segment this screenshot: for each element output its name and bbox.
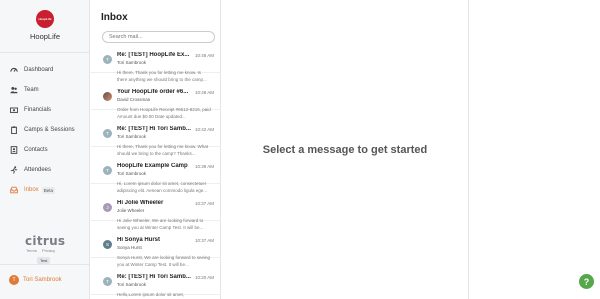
brand-logo-text: HoopLife bbox=[38, 17, 52, 21]
legal-links: Terms Privacy bbox=[0, 248, 90, 253]
message-preview: Order from HoopLife Receipt #6512-8216, … bbox=[117, 107, 211, 119]
nav-label: Dashboard bbox=[24, 67, 54, 73]
list-item[interactable]: Your HoopLife order #6... 10:48 AM David… bbox=[91, 85, 221, 119]
message-time: 10:37 AM bbox=[194, 238, 214, 243]
brand-name: HoopLife bbox=[29, 32, 61, 41]
message-sender: Sonya Hurst bbox=[117, 245, 142, 250]
money-icon bbox=[10, 107, 18, 113]
nav-label: Camps & Sessions bbox=[24, 127, 75, 133]
message-subject: HoopLife Example Camp bbox=[117, 163, 188, 169]
brand-logo: HoopLife bbox=[36, 10, 54, 28]
message-sender: Tori Sambrook bbox=[117, 282, 147, 287]
people-icon bbox=[10, 86, 18, 94]
nav-label: Inbox bbox=[24, 187, 39, 193]
user-profile[interactable]: T Tori Sambrook bbox=[9, 275, 62, 285]
message-time: 10:39 AM bbox=[194, 164, 214, 169]
message-time: 10:48 AM bbox=[194, 90, 214, 95]
message-subject: Re: [TEST] Hi Tori Samb... bbox=[117, 274, 191, 280]
avatar: T bbox=[103, 277, 112, 286]
message-subject: Hi Sonya Hurst bbox=[117, 237, 161, 243]
nav-label: Team bbox=[24, 87, 39, 93]
message-subject: Re: [TEST] HoopLife Ex... bbox=[117, 52, 190, 58]
message-preview: Hi there, Thank you for letting me know.… bbox=[117, 144, 208, 156]
nav-item-camps-sessions[interactable]: Camps & Sessions bbox=[0, 120, 90, 140]
message-subject: Your HoopLife order #6... bbox=[117, 89, 189, 95]
main-nav: Dashboard Team Financials Camps & Sessio… bbox=[0, 60, 90, 200]
empty-state-message: Select a message to get started bbox=[262, 143, 428, 156]
divider bbox=[0, 52, 90, 53]
message-time: 10:37 AM bbox=[194, 201, 214, 206]
nav-item-attendees[interactable]: Attendees bbox=[0, 160, 90, 180]
message-subject: Hi Jolie Wheeler bbox=[117, 200, 164, 206]
message-sender: Jolie Wheeler bbox=[117, 208, 145, 213]
list-item[interactable]: T Re: [TEST] Hi Tori Samb... 10:20 AM To… bbox=[91, 270, 221, 297]
nav-label: Financials bbox=[24, 107, 52, 113]
list-item[interactable]: T HoopLife Example Camp 10:39 AM Tori Sa… bbox=[91, 159, 221, 193]
avatar: T bbox=[103, 166, 112, 175]
message-view: Select a message to get started bbox=[222, 0, 468, 299]
help-button[interactable]: ? bbox=[579, 274, 594, 289]
nav-item-financials[interactable]: Financials bbox=[0, 100, 90, 120]
message-time: 10:48 AM bbox=[194, 53, 214, 58]
list-item[interactable]: T Re: [TEST] HoopLife Ex... 10:48 AM Tor… bbox=[91, 48, 221, 82]
nav-item-inbox[interactable]: Inbox Beta bbox=[0, 180, 90, 200]
message-preview: Sonya Hurst, We are looking forward to s… bbox=[117, 255, 210, 267]
message-sender: Tori Sambrook bbox=[117, 171, 147, 176]
message-sender: David Crossman bbox=[117, 97, 151, 102]
nav-item-dashboard[interactable]: Dashboard bbox=[0, 60, 90, 80]
page-title: Inbox bbox=[101, 12, 128, 23]
brand[interactable]: HoopLife HoopLife bbox=[0, 10, 90, 41]
message-preview: Hi there, Thank you for letting me know.… bbox=[117, 70, 207, 82]
message-sender: Tori Sambrook bbox=[117, 134, 147, 139]
provider-branding: citrus Terms Privacy Test bbox=[0, 234, 90, 264]
message-preview: Hi, Lorem ipsum dolor sit amet, consecte… bbox=[117, 181, 208, 193]
citrus-logo: citrus bbox=[25, 234, 66, 248]
terms-link[interactable]: Terms bbox=[26, 248, 37, 253]
speedometer-icon bbox=[10, 67, 18, 72]
message-time: 10:42 AM bbox=[194, 127, 214, 132]
message-list: T Re: [TEST] HoopLife Ex... 10:48 AM Tor… bbox=[91, 48, 221, 299]
avatar: T bbox=[103, 55, 112, 64]
message-preview: Hello,Lorem ipsum dolor sit amet, bbox=[117, 292, 185, 297]
beta-badge: Beta bbox=[41, 186, 55, 194]
privacy-link[interactable]: Privacy bbox=[42, 248, 55, 253]
user-name: Tori Sambrook bbox=[23, 277, 62, 283]
avatar bbox=[103, 92, 112, 101]
details-panel bbox=[468, 0, 600, 299]
nav-item-team[interactable]: Team bbox=[0, 80, 90, 100]
message-subject: Re: [TEST] Hi Tori Samb... bbox=[117, 126, 191, 132]
list-item[interactable]: J Hi Jolie Wheeler 10:37 AM Jolie Wheele… bbox=[91, 196, 221, 230]
list-item[interactable]: T Re: [TEST] Hi Tori Samb... 10:42 AM To… bbox=[91, 122, 221, 156]
app-sidebar: HoopLife HoopLife Dashboard Team Financi… bbox=[0, 0, 90, 299]
search-input[interactable] bbox=[102, 31, 215, 43]
run-icon bbox=[10, 166, 18, 174]
nav-item-contacts[interactable]: Contacts bbox=[0, 140, 90, 160]
list-item[interactable]: S Hi Sonya Hurst 10:37 AM Sonya Hurst So… bbox=[91, 233, 221, 267]
divider bbox=[0, 264, 90, 265]
inbox-icon bbox=[10, 186, 18, 194]
clipboard-icon bbox=[11, 126, 17, 134]
contact-card-icon bbox=[10, 146, 18, 154]
environment-badge: Test bbox=[37, 257, 51, 264]
avatar: S bbox=[103, 240, 112, 249]
avatar: T bbox=[9, 275, 19, 285]
message-preview: Hi Jolie Wheeler, We are looking forward… bbox=[117, 218, 204, 230]
nav-label: Contacts bbox=[24, 147, 48, 153]
avatar: J bbox=[103, 203, 112, 212]
nav-label: Attendees bbox=[24, 167, 52, 173]
message-sender: Tori Sambrook bbox=[117, 60, 147, 65]
message-time: 10:20 AM bbox=[194, 275, 214, 280]
inbox-panel: Inbox T Re: [TEST] HoopLife Ex... 10:48 … bbox=[91, 0, 221, 299]
avatar: T bbox=[103, 129, 112, 138]
